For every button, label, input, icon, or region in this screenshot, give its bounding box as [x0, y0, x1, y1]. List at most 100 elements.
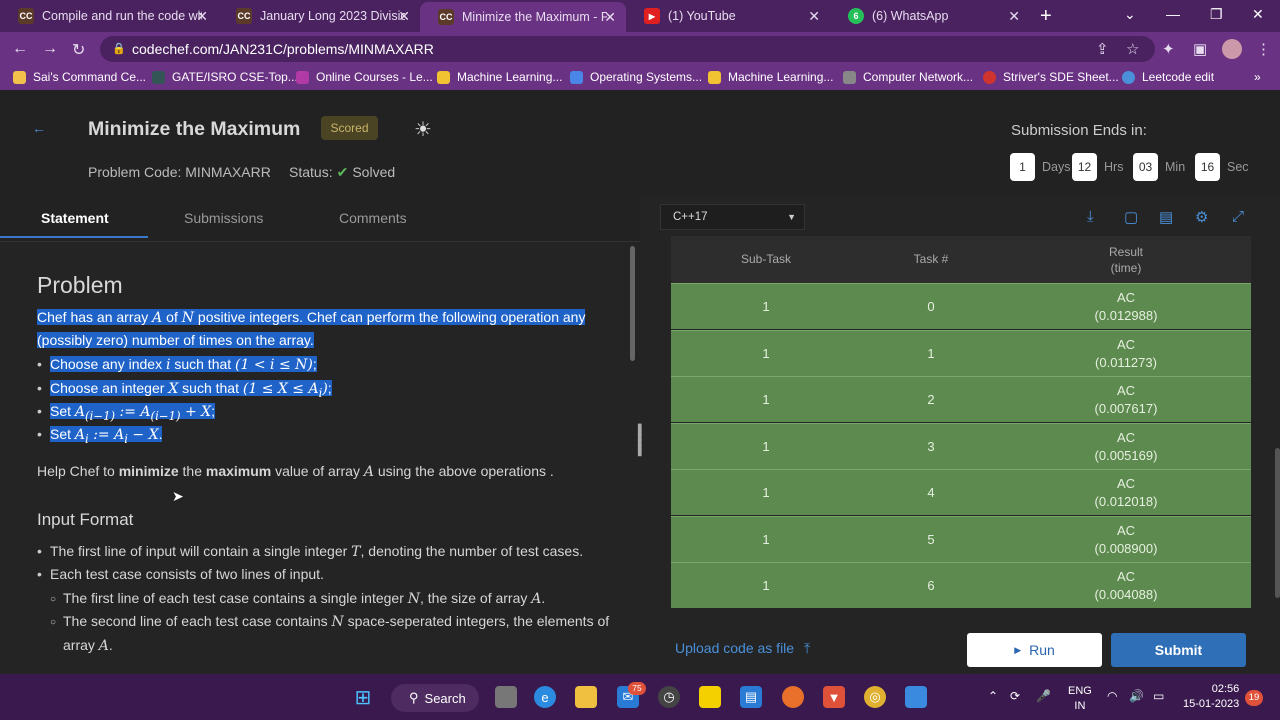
close-icon[interactable]: ✕ — [1008, 8, 1020, 25]
bookmark-item[interactable]: Leetcode edit — [1122, 70, 1214, 84]
tab-title: (6) WhatsApp — [872, 9, 949, 23]
close-icon[interactable]: ✕ — [604, 9, 616, 26]
browser-tab-4[interactable]: ▶ (1) YouTube ✕ — [626, 0, 830, 32]
results-scrollbar[interactable] — [1275, 448, 1280, 598]
bookmark-item[interactable]: Computer Network... — [843, 70, 973, 84]
input-text: The second line of each test case contai… — [63, 613, 332, 629]
save-icon[interactable]: ▤ — [1159, 208, 1173, 226]
sync-icon[interactable]: ⟳ — [1010, 689, 1020, 703]
browser-tab-1[interactable]: CC Compile and run the code wit ✕ — [0, 0, 218, 32]
app-icon[interactable]: ▤ — [740, 686, 762, 708]
scored-badge: Scored — [321, 116, 378, 140]
extensions-icon[interactable]: ✦ — [1162, 40, 1175, 58]
new-tab-icon[interactable]: + — [1040, 5, 1052, 28]
run-button[interactable]: ▶ Run — [967, 633, 1102, 667]
bookmarks-more-icon[interactable]: » — [1254, 70, 1261, 84]
brave-icon[interactable]: ▼ — [823, 686, 845, 708]
forward-icon[interactable]: → — [42, 40, 58, 58]
input-var: N — [407, 591, 420, 607]
browser-tab-3[interactable]: CC Minimize the Maximum - Pro ✕ — [420, 2, 626, 32]
close-icon[interactable]: ✕ — [196, 8, 208, 25]
cell-result: AC — [1116, 569, 1136, 584]
window-close-icon[interactable]: ✕ — [1252, 6, 1264, 23]
minimize-icon[interactable]: — — [1166, 6, 1180, 22]
input-format-heading: Input Format — [37, 510, 134, 529]
tab-comments[interactable]: Comments — [339, 210, 407, 226]
profile-avatar[interactable] — [1222, 39, 1242, 59]
volume-icon[interactable]: 🔊 — [1129, 689, 1144, 703]
close-icon[interactable]: ✕ — [398, 8, 410, 25]
tab-title: (1) YouTube — [668, 9, 736, 23]
bookmark-item[interactable]: Machine Learning... — [708, 70, 833, 84]
battery-icon[interactable]: ▭ — [1153, 689, 1164, 703]
table-row: 1 6 AC (0.004088) — [671, 562, 1251, 608]
bookmark-label: Online Courses - Le... — [316, 70, 433, 84]
photos-icon[interactable] — [905, 686, 927, 708]
wifi-icon[interactable]: ◠ — [1107, 689, 1117, 703]
input-item-1: The first line of input will contain a s… — [37, 542, 583, 562]
tray-chevron-icon[interactable]: ⌃ — [988, 689, 998, 703]
fullscreen-icon[interactable]: ⤢ — [1232, 208, 1244, 225]
file-explorer-icon[interactable] — [575, 686, 597, 708]
bookmark-item[interactable]: Online Courses - Le... — [296, 70, 433, 84]
tab-statement[interactable]: Statement — [41, 210, 109, 226]
back-icon[interactable]: ← — [12, 40, 28, 58]
share-icon[interactable]: ⇪ — [1096, 40, 1109, 58]
close-icon[interactable]: ✕ — [808, 8, 820, 25]
comment-icon[interactable]: ▢ — [1124, 208, 1138, 226]
task-view-icon[interactable] — [495, 686, 517, 708]
submission-ends-label: Submission Ends in: — [1011, 122, 1147, 139]
theme-toggle-icon[interactable]: ☀ — [414, 117, 432, 142]
firefox-icon[interactable] — [782, 686, 804, 708]
clock-app-icon[interactable]: ◷ — [658, 686, 680, 708]
countdown-hours: 12 Hrs — [1072, 153, 1123, 181]
browser-tab-5[interactable]: 6 (6) WhatsApp ✕ — [830, 0, 1030, 32]
bookmark-item[interactable]: Striver's SDE Sheet... — [983, 70, 1119, 84]
operation-item-3: Set A(i−1) := A(i−1) + X; — [37, 402, 216, 426]
language-indicator[interactable]: ENG IN — [1068, 684, 1092, 714]
upload-code-link[interactable]: Upload code as file ⤒ — [675, 640, 810, 657]
bookmark-label: Sai's Command Ce... — [33, 70, 146, 84]
clock[interactable]: 02:56 15-01-2023 — [1183, 682, 1239, 712]
menu-icon[interactable]: ⋮ — [1256, 40, 1271, 58]
chrome-icon[interactable]: ◎ — [864, 686, 886, 708]
help-bold-1: minimize — [118, 463, 179, 479]
language-select[interactable]: C++17 ▼ — [660, 204, 805, 230]
bookmark-item[interactable]: GATE/ISRO CSE-Top... — [152, 70, 298, 84]
taskbar-search[interactable]: ⚲ Search — [391, 684, 479, 712]
page-title: Minimize the Maximum — [88, 118, 301, 140]
gear-icon[interactable]: ⚙ — [1195, 208, 1208, 226]
download-icon[interactable]: ⤓ — [1087, 208, 1094, 225]
bookmark-item[interactable]: Sai's Command Ce... — [13, 70, 146, 84]
notification-badge[interactable]: 19 — [1245, 690, 1263, 706]
windows-start-icon[interactable]: ⊞ — [352, 686, 374, 709]
browser-tab-2[interactable]: CC January Long 2023 Division 3 ✕ — [218, 0, 420, 32]
status-label: Status: — [289, 164, 333, 180]
reload-icon[interactable]: ↻ — [72, 40, 85, 60]
pane-splitter-handle[interactable]: ▮ ▮ ▮ ▮ ▮ ▮ — [637, 423, 643, 458]
bookmark-label: Computer Network... — [863, 70, 974, 84]
input-text: , the size of array — [420, 590, 532, 606]
microphone-icon[interactable]: 🎤 — [1036, 689, 1051, 703]
input-var: T — [351, 544, 361, 560]
sidebar-icon[interactable]: ▣ — [1193, 40, 1207, 58]
lock-icon: 🔒 — [112, 43, 126, 55]
bookmark-item[interactable]: Machine Learning... — [437, 70, 562, 84]
bookmark-star-icon[interactable]: ☆ — [1126, 40, 1139, 58]
cell-time: (0.012988) — [1094, 308, 1158, 323]
tab-search-icon[interactable]: ⌄ — [1124, 6, 1136, 23]
statement-scrollbar[interactable] — [630, 246, 635, 361]
tab-submissions[interactable]: Submissions — [184, 210, 263, 226]
sticky-notes-icon[interactable] — [699, 686, 721, 708]
bookmark-item[interactable]: Operating Systems... — [570, 70, 702, 84]
edge-icon[interactable]: e — [534, 686, 556, 708]
back-arrow-icon[interactable]: ← — [32, 120, 46, 136]
cell-subtask: 1 — [762, 578, 770, 593]
url-field[interactable]: 🔒 codechef.com/JAN231C/problems/MINMAXAR… — [100, 36, 1155, 62]
submit-button[interactable]: Submit — [1111, 633, 1246, 667]
upload-icon: ⤒ — [803, 640, 811, 656]
input-text: The first line of input will contain a s… — [50, 543, 352, 559]
restore-icon[interactable]: ❐ — [1210, 6, 1223, 23]
input-text: The first line of each test case contain… — [63, 590, 408, 606]
upload-label: Upload code as file — [675, 640, 795, 656]
